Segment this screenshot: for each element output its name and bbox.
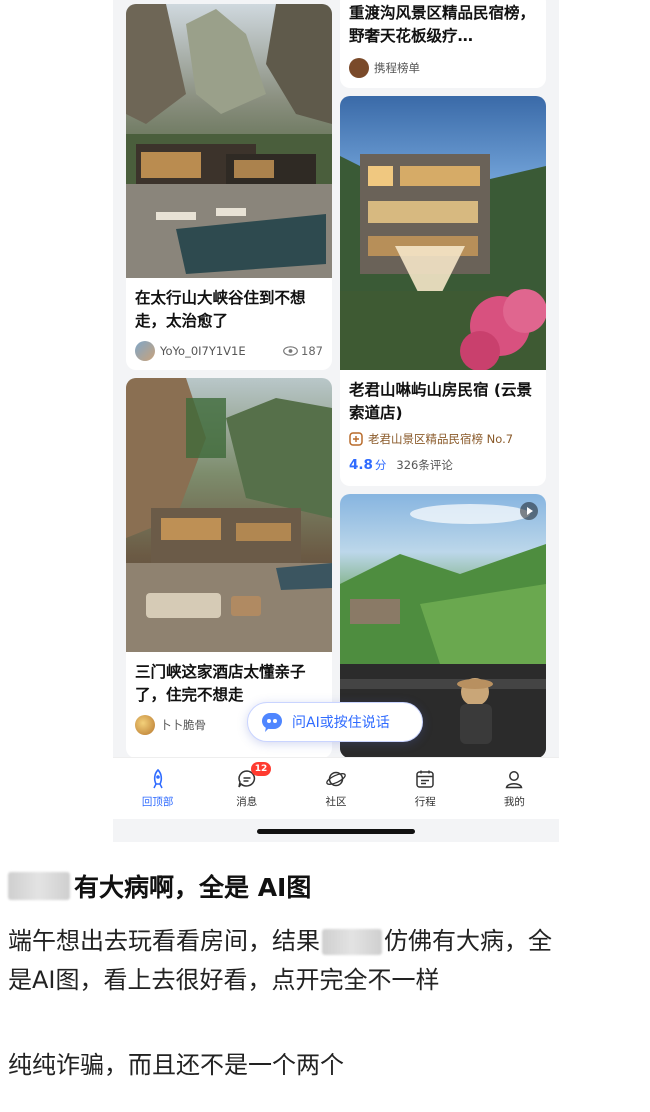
post-line: 端午想出去玩看看房间，结果 仿佛有大病，全 — [8, 927, 552, 955]
feed-card-canyon[interactable]: 在太行山大峡谷住到不想走，太治愈了 YoYo_0I7Y1V1E 187 — [126, 4, 332, 370]
planet-icon — [326, 771, 346, 787]
card-title: 三门峡这家酒店太懂亲子了，住完不想走 — [135, 663, 306, 704]
user-icon — [505, 771, 523, 789]
feed-card-cliff[interactable]: 三门峡这家酒店太懂亲子了，住完不想走 卜卜脆骨 — [126, 378, 332, 758]
app-screenshot: 在太行山大峡谷住到不想走，太治愈了 YoYo_0I7Y1V1E 187 三门峡这… — [113, 0, 559, 842]
ranking-line: 老君山景区精品民宿榜 No.7 — [349, 431, 537, 447]
tab-messages[interactable]: 12 消息 — [202, 758, 291, 819]
ai-assistant-icon — [262, 713, 282, 732]
card-meta: 携程榜单 — [349, 58, 537, 78]
rating-score: 4.8 — [349, 457, 373, 473]
card-title: 重渡沟风景区精品民宿榜，野奢天花板级疗… — [349, 4, 536, 45]
ask-ai-label: 问AI或按住说话 — [292, 715, 390, 731]
ask-ai-button[interactable]: 问AI或按住说话 — [247, 702, 423, 742]
ranking-icon — [349, 432, 363, 446]
tab-itinerary[interactable]: 行程 — [381, 758, 470, 819]
hotel-photo — [126, 4, 332, 278]
unread-badge: 12 — [250, 762, 272, 776]
card-title: 在太行山大峡谷住到不想走，太治愈了 — [135, 289, 306, 330]
card-title: 老君山啉屿山房民宿 (云景索道店) — [349, 381, 532, 422]
review-count: 326条评论 — [396, 458, 453, 472]
feed-card-ranking[interactable]: 重渡沟风景区精品民宿榜，野奢天花板级疗… 携程榜单 — [340, 0, 546, 88]
feed-card-modern[interactable]: 老君山啉屿山房民宿 (云景索道店) 老君山景区精品民宿榜 No.7 4.8 分 … — [340, 96, 546, 486]
avatar — [135, 341, 155, 361]
content-feed[interactable]: 在太行山大峡谷住到不想走，太治愈了 YoYo_0I7Y1V1E 187 三门峡这… — [113, 0, 559, 758]
bottom-tab-bar: 回顶部 12 消息 社区 行程 我的 — [113, 757, 559, 819]
tab-community[interactable]: 社区 — [291, 758, 380, 819]
post-body: 端午想出去玩看看房间，结果 仿佛有大病，全 是AI图，看上去很好看，点开完全不一样… — [8, 922, 648, 1085]
hotel-photo — [340, 96, 546, 371]
post-line: 是AI图，看上去很好看，点开完全不一样 — [8, 966, 440, 994]
avatar — [135, 715, 155, 735]
home-indicator — [257, 829, 415, 834]
author-name: YoYo_0I7Y1V1E — [160, 344, 246, 358]
post-title: 有大病啊，全是 AI图 — [8, 868, 311, 904]
play-icon[interactable] — [520, 502, 538, 520]
eye-icon — [283, 346, 298, 356]
author-name: 卜卜脆骨 — [160, 718, 206, 732]
redacted-name — [322, 929, 382, 955]
post-line: 纯纯诈骗，而且还不是一个两个 — [8, 1051, 344, 1079]
rating-unit: 分 — [374, 458, 387, 472]
rocket-icon — [152, 768, 163, 789]
tab-back-to-top[interactable]: 回顶部 — [113, 758, 202, 819]
hotel-photo — [126, 378, 332, 652]
redacted-name — [8, 872, 70, 900]
ranking-source: 携程榜单 — [374, 61, 420, 75]
ctrip-logo-icon — [349, 58, 369, 78]
rating-line: 4.8 分 326条评论 — [349, 457, 537, 473]
tab-profile[interactable]: 我的 — [470, 758, 559, 819]
calendar-icon — [416, 770, 434, 788]
view-count: 187 — [283, 344, 323, 358]
card-meta: YoYo_0I7Y1V1E 187 — [135, 341, 323, 361]
